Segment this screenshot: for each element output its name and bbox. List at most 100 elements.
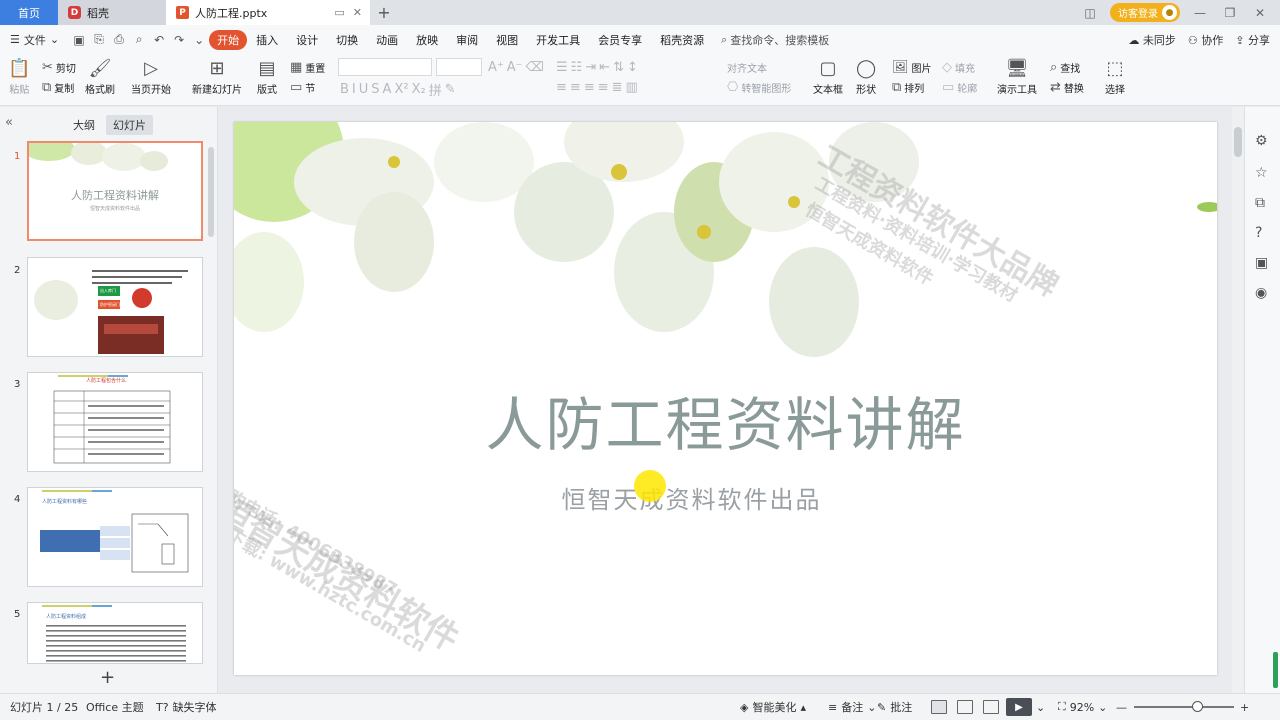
decrease-font-icon: A⁻ [506, 60, 523, 75]
menu-daoke-resources[interactable]: 稻壳资源 [651, 30, 713, 50]
thumbnail-scrollbar[interactable] [208, 147, 214, 237]
theme-name[interactable]: Office 主题 [86, 699, 144, 715]
sync-button[interactable]: ☁ 未同步 [1128, 32, 1176, 48]
tab-outline[interactable]: 大纲 [66, 115, 102, 135]
layout-icon[interactable]: ◫ [1080, 6, 1100, 20]
preview-icon[interactable]: ⌕ [129, 32, 149, 47]
collapse-panel-icon[interactable]: « [5, 115, 13, 130]
slide-thumbnail-3[interactable]: 人防工程包含什么 [27, 372, 203, 472]
tab-slides[interactable]: 幻灯片 [106, 115, 153, 135]
file-menu[interactable]: ☰ 文件 ⌄ [10, 32, 59, 48]
slide-title[interactable]: 人防工程资料讲解 [234, 378, 1217, 462]
add-slide-icon[interactable]: + [100, 667, 115, 688]
restore-icon[interactable]: ❐ [1220, 6, 1240, 20]
copy-button[interactable]: ⧉ 复制 [42, 80, 74, 95]
arrange-button[interactable]: ⧉ 排列 [892, 80, 924, 95]
slide-vertical-scrollbar[interactable] [1232, 107, 1244, 693]
redo-icon[interactable]: ↷ [169, 33, 189, 47]
section-button[interactable]: ▭ 节 [290, 80, 315, 95]
tab-home[interactable]: 首页 [0, 0, 58, 25]
slide-thumbnail-2[interactable]: 出入库门 防护密闭门 [27, 257, 203, 357]
align-text-button[interactable]: 对齐文本 [727, 60, 767, 75]
zoom-control[interactable]: ⛶ 92% ⌄ [1058, 700, 1107, 714]
collab-button[interactable]: ⚇ 协作 [1188, 32, 1223, 48]
location-icon[interactable]: ◉ [1255, 285, 1267, 301]
tab-document[interactable]: P 人防工程.pptx ▭ ✕ [166, 0, 370, 25]
select-cursor-icon: ⬚ [1106, 58, 1124, 79]
zoom-slider-knob[interactable] [1192, 701, 1203, 712]
tab-close-icon[interactable]: ✕ [353, 6, 362, 19]
presenter-tools-button[interactable]: 🖥 演示工具 [997, 58, 1037, 96]
slide-thumbnail-4[interactable]: 人防工程资料有哪些 [27, 487, 203, 587]
menu-member[interactable]: 会员专享 [589, 30, 651, 50]
smart-art-button[interactable]: ⎔ 转智能图形 [727, 80, 791, 95]
save-icon[interactable]: ▣ [69, 33, 89, 47]
textbox-button[interactable]: ▢ 文本框 [813, 58, 843, 96]
shape-button[interactable]: ◯ 形状 [856, 58, 876, 96]
fit-window-icon: ⛶ [1058, 700, 1066, 713]
tab-daoke[interactable]: D 稻壳 [58, 0, 166, 25]
replace-button[interactable]: ⇄ 替换 [1050, 80, 1084, 95]
missing-font-button[interactable]: T? 缺失字体 [156, 699, 217, 715]
help-icon[interactable]: ? [1255, 225, 1262, 241]
notes-button[interactable]: ≡ 备注 ⌄ [828, 699, 876, 715]
font-style-controls[interactable]: B I U S A X² X₂ 拼 ✎ [340, 80, 456, 99]
menu-animation[interactable]: 动画 [367, 30, 407, 50]
command-search[interactable]: ⌕ 查找命令、搜索模板 [721, 32, 829, 48]
outline-button[interactable]: ▭ 轮廓 [942, 80, 977, 95]
settings-sliders-icon[interactable]: ⚙ [1255, 133, 1268, 149]
tab-pin-icon[interactable]: ▭ [334, 6, 344, 19]
font-family-select[interactable] [338, 58, 432, 76]
play-slideshow-button[interactable]: ▶ ⌄ [1006, 698, 1045, 716]
menu-design[interactable]: 设计 [287, 30, 327, 50]
menu-view[interactable]: 视图 [487, 30, 527, 50]
cut-button[interactable]: ✂ 剪切 [42, 60, 76, 75]
format-painter-button[interactable]: 🖌 格式刷 [85, 58, 115, 96]
new-tab-button[interactable]: + [370, 0, 398, 25]
paragraph-controls-top[interactable]: ☰ ☷ ⇥ ⇤ ⇅ ↕ [556, 60, 638, 75]
zoom-slider[interactable] [1134, 701, 1234, 712]
layout-grid-icon: ▤ [258, 58, 276, 79]
copy-slide-icon[interactable]: ⧉ [1255, 195, 1265, 211]
print-icon[interactable]: ⎙ [109, 32, 129, 47]
slide-thumbnail-5[interactable]: 人防工程资料组成 [27, 602, 203, 664]
star-icon[interactable]: ☆ [1255, 165, 1268, 181]
image-tool-icon[interactable]: ▣ [1255, 255, 1268, 271]
quick-access-dropdown-icon[interactable]: ⌄ [189, 33, 209, 47]
paste-button[interactable]: 📋 粘贴 [8, 58, 30, 96]
smart-beautify-button[interactable]: ◈ 智能美化 ▴ [740, 699, 806, 715]
zoom-in-button[interactable]: + [1240, 701, 1249, 714]
zoom-out-button[interactable]: — [1116, 701, 1127, 714]
scrollbar-thumb[interactable] [1234, 127, 1242, 157]
fill-button[interactable]: ◇ 填充 [942, 60, 975, 75]
select-button[interactable]: ⬚ 选择 [1105, 58, 1125, 96]
layout-button[interactable]: ▤ 版式 [257, 58, 277, 96]
normal-view-icon[interactable] [931, 700, 947, 714]
share-button[interactable]: ⇪ 分享 [1235, 32, 1270, 48]
undo-icon[interactable]: ↶ [149, 33, 169, 47]
close-window-icon[interactable]: ✕ [1250, 6, 1270, 20]
minimize-icon[interactable]: — [1190, 6, 1210, 20]
picture-button[interactable]: 🖼 图片 [892, 60, 932, 75]
font-size-controls[interactable]: A⁺ A⁻ ⌫ [488, 60, 544, 75]
reading-view-icon[interactable] [983, 700, 999, 714]
slide-sorter-view-icon[interactable] [957, 700, 973, 714]
visitor-login-button[interactable]: 访客登录 ● [1110, 3, 1180, 22]
comments-button[interactable]: ✎ 批注 [877, 699, 912, 715]
slide-subtitle[interactable]: 恒智天成资料软件出品 [234, 480, 1149, 515]
find-button[interactable]: ⌕ 查找 [1050, 60, 1080, 75]
paragraph-controls-bottom[interactable]: ≡ ≡ ≡ ≡ ≣ ▥ [556, 80, 638, 95]
new-slide-button[interactable]: ⊞ 新建幻灯片 [192, 58, 242, 96]
reset-button[interactable]: ▦ 重置 [290, 60, 325, 75]
menu-slideshow[interactable]: 放映 [407, 30, 447, 50]
font-size-select[interactable] [436, 58, 482, 76]
slide-thumbnail-1[interactable]: 人防工程资料讲解 恒智天成资料软件出品 [27, 141, 203, 241]
menu-developer[interactable]: 开发工具 [527, 30, 589, 50]
export-pdf-icon[interactable]: ⎘ [89, 32, 109, 47]
menu-insert[interactable]: 插入 [247, 30, 287, 50]
current-slide[interactable]: 人防工程资料讲解 恒智天成资料软件出品 恒智天成资料软件 订购电话: 40063… [234, 122, 1217, 675]
menu-start[interactable]: 开始 [209, 29, 248, 50]
menu-transition[interactable]: 切换 [327, 30, 367, 50]
menu-review[interactable]: 审阅 [447, 30, 487, 50]
play-from-current-button[interactable]: ▷ 当页开始 [131, 58, 171, 96]
